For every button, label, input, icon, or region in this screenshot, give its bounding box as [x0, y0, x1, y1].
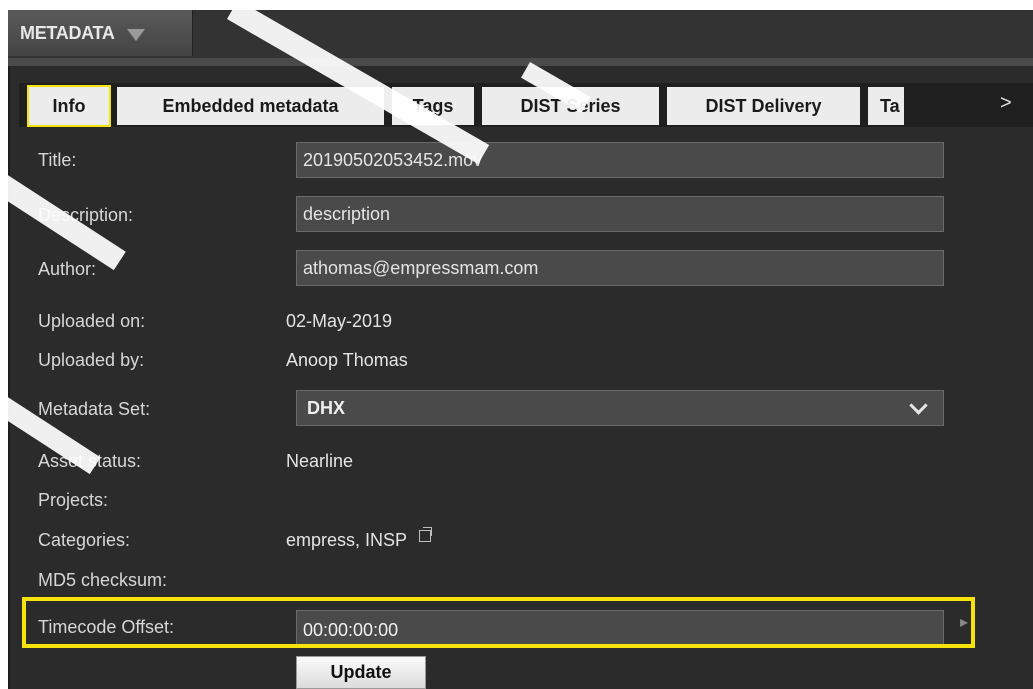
metadata-panel-screenshot: METADATA Info Embedded metadata Tags DIS…	[0, 0, 1033, 689]
uploaded-on-label: Uploaded on:	[38, 311, 146, 331]
uploaded-by-label: Uploaded by:	[38, 350, 145, 370]
metadata-panel-tab[interactable]: METADATA	[8, 10, 193, 56]
asset-status-label: Asset status:	[38, 451, 142, 471]
projects-label: Projects:	[38, 490, 109, 510]
update-button[interactable]: Update	[296, 656, 426, 689]
field-resize-handle-icon[interactable]: ▸	[960, 612, 968, 632]
tab-info[interactable]: Info	[27, 85, 111, 127]
uploaded-on-value: 02-May-2019	[286, 311, 393, 331]
panel-title: METADATA	[20, 22, 115, 43]
categories-label: Categories:	[38, 530, 131, 550]
tab-tags[interactable]: Tags	[392, 87, 474, 125]
categories-value-container: empress, INSP	[286, 527, 433, 551]
metadata-set-value: DHX	[307, 397, 346, 418]
timecode-offset-label: Timecode Offset:	[38, 617, 175, 637]
tab-dist-delivery[interactable]: DIST Delivery	[667, 87, 860, 125]
categories-value: empress, INSP	[286, 530, 408, 550]
author-label: Author:	[38, 259, 97, 279]
chevron-down-icon[interactable]	[126, 29, 145, 41]
description-label: Description:	[38, 205, 134, 225]
description-field[interactable]	[296, 196, 944, 232]
tab-embedded-metadata[interactable]: Embedded metadata	[117, 87, 384, 125]
tab-dist-series[interactable]: DIST Series	[482, 87, 659, 125]
tabs-more-arrow-icon[interactable]: >	[1000, 92, 1012, 115]
author-field[interactable]	[296, 250, 944, 286]
chevron-down-icon	[909, 395, 928, 415]
asset-status-value: Nearline	[286, 451, 354, 471]
timecode-offset-field[interactable]	[296, 610, 944, 646]
metadata-set-select[interactable]: DHX	[296, 390, 944, 426]
uploaded-by-value: Anoop Thomas	[286, 350, 408, 370]
panel-divider	[8, 58, 1033, 66]
external-window-icon[interactable]	[419, 527, 433, 542]
md5-checksum-label: MD5 checksum:	[38, 570, 168, 590]
tab-truncated[interactable]: Ta	[868, 87, 904, 125]
metadata-set-label: Metadata Set:	[38, 399, 151, 419]
title-label: Title:	[38, 150, 77, 170]
title-field[interactable]	[296, 142, 944, 178]
